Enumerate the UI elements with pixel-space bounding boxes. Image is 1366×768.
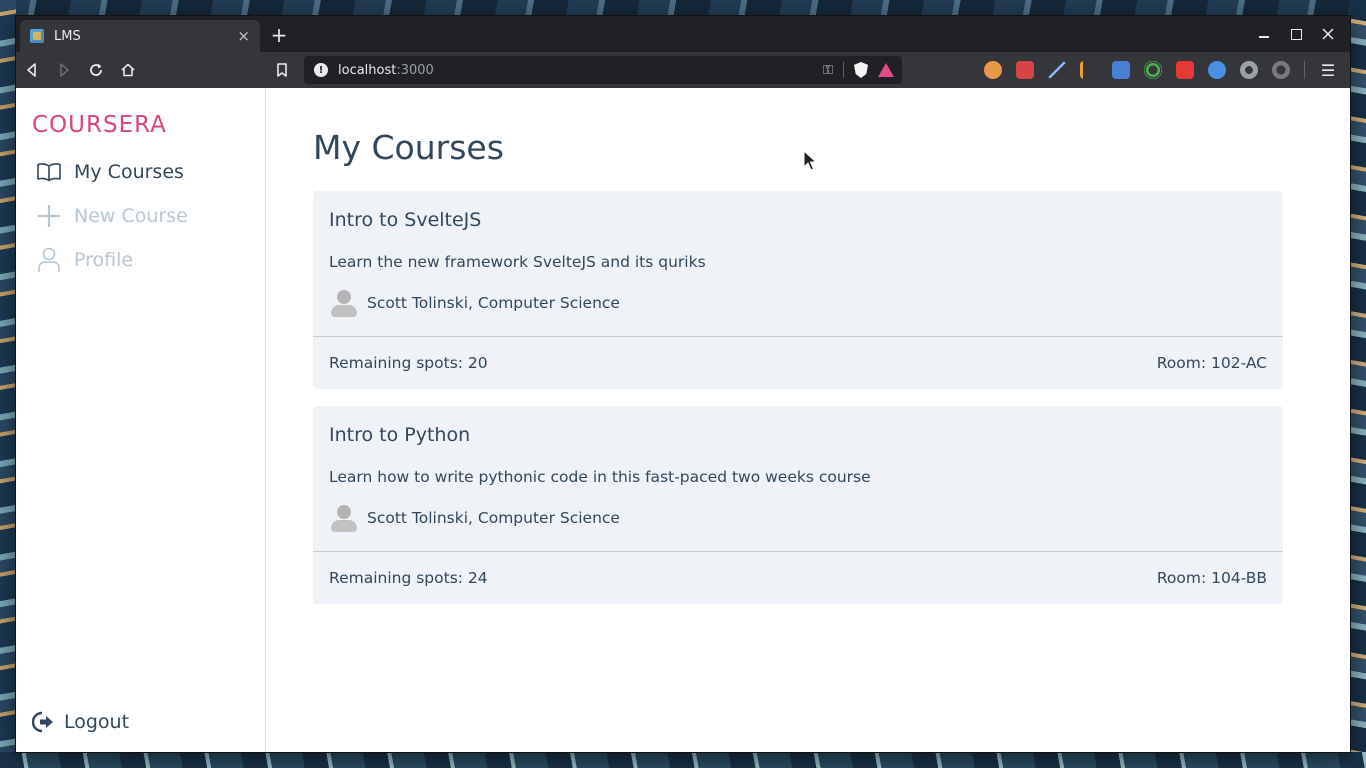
sidebar-item-label: My Courses [74,161,184,183]
course-title[interactable]: Intro to Python [329,424,1267,446]
extension-icon[interactable] [1144,61,1162,79]
translate-icon[interactable] [1112,61,1130,79]
address-bar[interactable]: ! localhost :3000 ⚿ [304,56,902,84]
sidebar: COURSERA My Courses New Course Profile L… [16,88,266,752]
page-title: My Courses [313,128,504,167]
extension-icon[interactable] [984,61,1002,79]
reload-icon [90,63,102,76]
extension-icon[interactable] [1272,61,1290,79]
remaining-spots: Remaining spots: 20 [329,354,488,372]
course-title[interactable]: Intro to SvelteJS [329,209,1267,231]
course-card-footer: Remaining spots: 20 Room: 102-AC [313,336,1283,389]
maximize-button[interactable] [1280,19,1312,49]
browser-tab[interactable]: LMS × [20,20,260,52]
browser-menu-button[interactable]: ☰ [1314,56,1342,84]
logout-button[interactable]: Logout [32,710,129,734]
extension-icon[interactable] [1016,61,1034,79]
main-content: My Courses Intro to SvelteJS Learn the n… [266,88,1350,752]
extension-icon[interactable] [1208,61,1226,79]
browser-toolbar: ! localhost :3000 ⚿ ☰ [16,52,1350,88]
favicon-icon [30,29,44,43]
wallpaper [0,0,16,768]
minimize-button[interactable] [1248,19,1280,49]
browser-window: LMS × + ! localhost :3000 ⚿ ☰ COURSERA M… [16,16,1350,752]
forward-button[interactable] [48,56,80,84]
url-host: localhost [338,62,397,78]
bookmark-icon [277,63,287,77]
course-description: Learn how to write pythonic code in this… [329,468,871,486]
forward-icon [60,63,69,77]
course-card-footer: Remaining spots: 24 Room: 104-BB [313,551,1283,604]
extension-icon[interactable] [1240,61,1258,79]
instructor-name: Scott Tolinski, Computer Science [367,509,620,527]
key-icon[interactable]: ⚿ [823,63,833,78]
back-button[interactable] [16,56,48,84]
sidebar-item-new-course[interactable]: New Course [32,194,249,238]
window-controls [1248,16,1344,52]
course-room: Room: 102-AC [1156,354,1267,372]
sidebar-item-label: Profile [74,249,134,271]
user-icon [32,247,66,273]
extension-icon[interactable] [1176,61,1194,79]
book-open-icon [32,159,66,185]
sidebar-item-label: New Course [74,205,188,227]
extensions-bar [984,52,1305,88]
instructor-name: Scott Tolinski, Computer Science [367,294,620,312]
wallpaper [0,752,1366,768]
plus-icon [32,203,66,229]
course-description: Learn the new framework SvelteJS and its… [329,253,706,271]
home-icon [121,63,135,77]
course-card-body: Intro to SvelteJS Learn the new framewor… [313,191,1283,336]
wallpaper [1350,0,1366,768]
wallpaper [0,0,1366,16]
sidebar-item-my-courses[interactable]: My Courses [32,150,249,194]
app-root: COURSERA My Courses New Course Profile L… [16,88,1350,752]
tab-title: LMS [54,28,81,44]
brave-shields-icon[interactable] [854,62,868,78]
close-window-button[interactable] [1312,19,1344,49]
tab-bar: LMS × + [16,16,1350,52]
remaining-spots: Remaining spots: 24 [329,569,488,587]
course-card[interactable]: Intro to SvelteJS Learn the new framewor… [313,191,1283,389]
course-card[interactable]: Intro to Python Learn how to write pytho… [313,406,1283,604]
avatar [329,503,359,533]
course-instructor: Scott Tolinski, Computer Science [329,288,1267,318]
divider [1304,61,1305,79]
extension-icon[interactable] [1080,61,1098,79]
close-icon [1322,28,1334,40]
url-port: :3000 [396,62,434,78]
divider [843,62,844,78]
logout-icon [32,710,56,734]
reload-button[interactable] [80,56,112,84]
sidebar-item-profile[interactable]: Profile [32,238,249,282]
back-icon [27,63,36,77]
avatar [329,288,359,318]
course-card-body: Intro to Python Learn how to write pytho… [313,406,1283,551]
address-bar-actions: ⚿ [823,56,894,84]
bookmark-button[interactable] [266,56,298,84]
extension-icon[interactable] [1048,61,1066,79]
course-instructor: Scott Tolinski, Computer Science [329,503,1267,533]
brave-rewards-icon[interactable] [878,63,894,77]
new-tab-button[interactable]: + [268,24,290,46]
home-button[interactable] [112,56,144,84]
brand-logo[interactable]: COURSERA [32,112,249,138]
course-room: Room: 104-BB [1156,569,1267,587]
site-info-icon[interactable]: ! [314,63,328,77]
close-tab-icon[interactable]: × [237,27,250,45]
logout-label: Logout [64,711,130,733]
